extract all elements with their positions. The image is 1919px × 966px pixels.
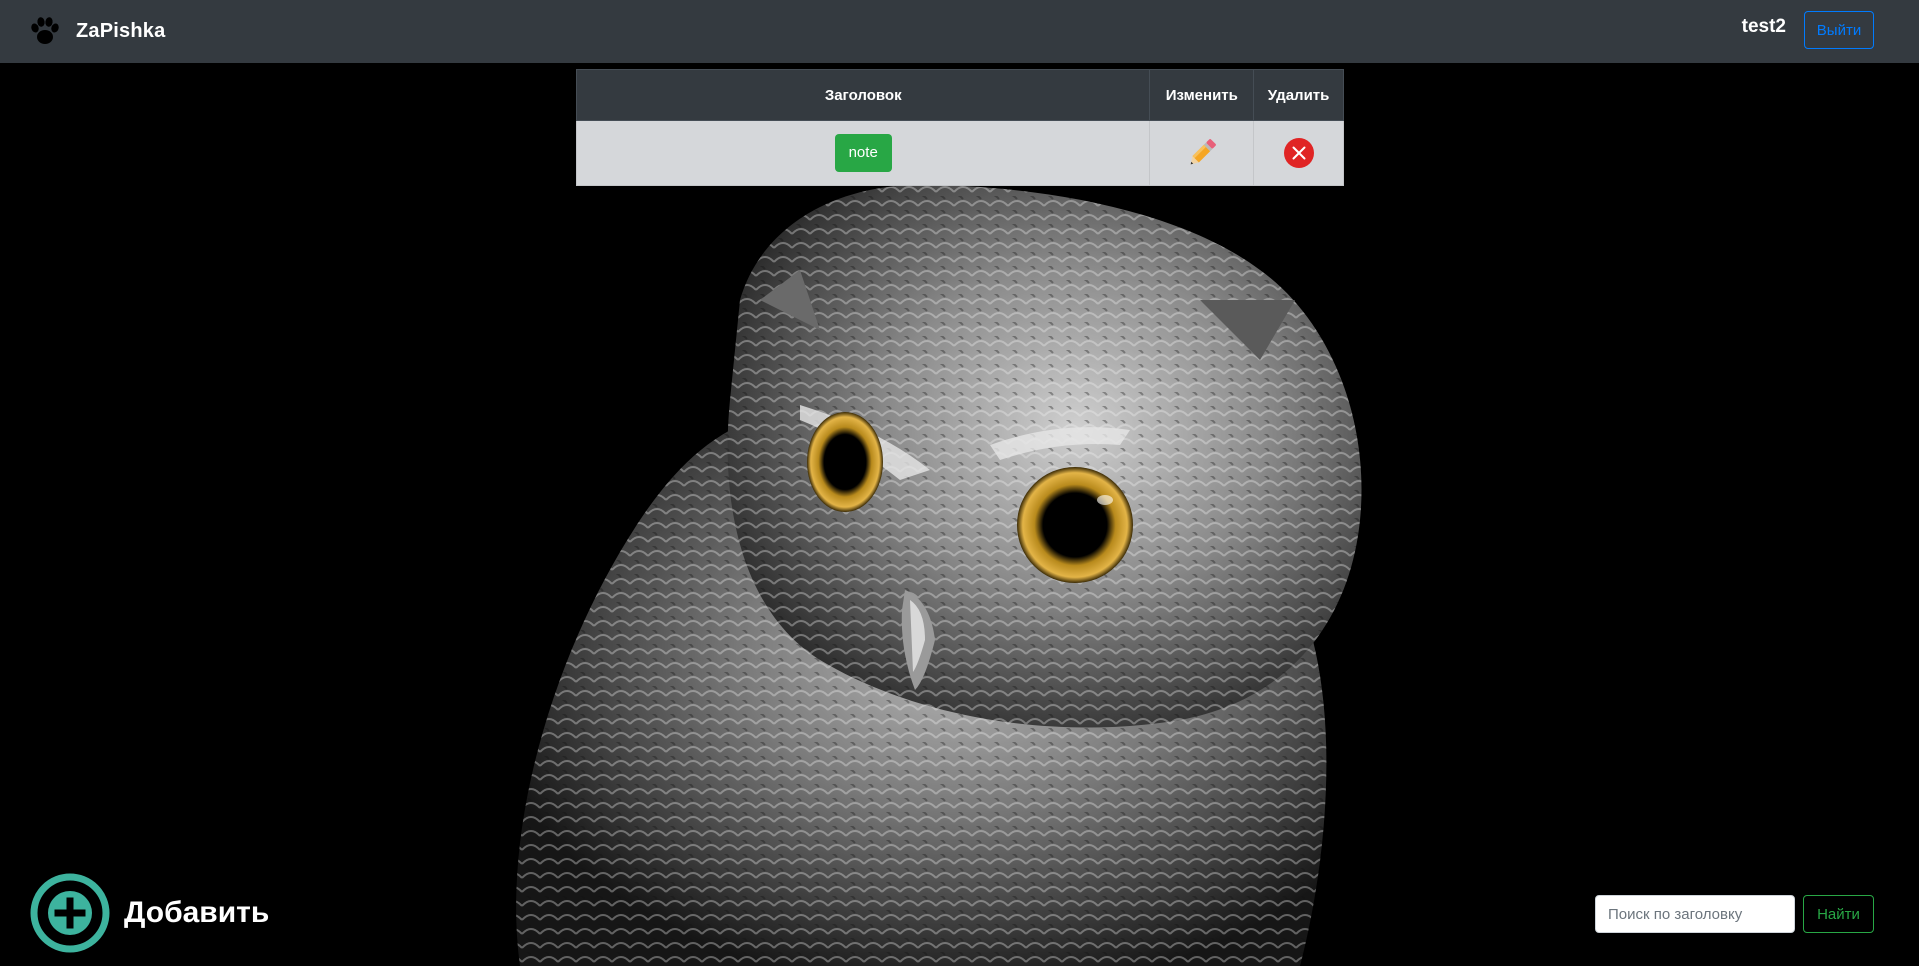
- brand-name: ZaPishka: [76, 19, 166, 42]
- add-note-label: Добавить: [124, 896, 270, 929]
- header-title: Заголовок: [575, 69, 1151, 121]
- plus-circle-icon: [30, 873, 110, 953]
- search-form: Найти: [1595, 895, 1874, 933]
- header-edit: Изменить: [1149, 69, 1255, 121]
- username-label: test2: [1741, 16, 1786, 37]
- header-delete: Удалить: [1253, 69, 1344, 121]
- close-circle-icon[interactable]: [1281, 135, 1317, 171]
- table-row: note: [575, 120, 1344, 186]
- note-edit-cell: [1149, 120, 1255, 186]
- add-note-button[interactable]: Добавить: [30, 873, 269, 953]
- brand-link[interactable]: ZaPishka: [28, 12, 165, 50]
- note-title-button[interactable]: note: [834, 134, 892, 172]
- header-row: Заголовок Изменить Удалить: [575, 69, 1344, 121]
- notes-table-body: note: [575, 120, 1344, 186]
- note-delete-cell: [1253, 120, 1344, 186]
- pencil-icon[interactable]: [1184, 135, 1220, 171]
- logout-button[interactable]: Выйти: [1804, 11, 1874, 49]
- paw-icon: [31, 17, 59, 44]
- note-title-cell: note: [575, 120, 1151, 186]
- notes-table-header: Заголовок Изменить Удалить: [575, 69, 1344, 121]
- search-button[interactable]: Найти: [1803, 895, 1874, 933]
- notes-table: Заголовок Изменить Удалить note: [575, 69, 1344, 186]
- app-root: ZaPishka test2 Выйти Заголовок Изменить …: [0, 0, 1919, 966]
- search-input[interactable]: [1595, 895, 1795, 933]
- navbar: ZaPishka test2 Выйти: [0, 0, 1919, 63]
